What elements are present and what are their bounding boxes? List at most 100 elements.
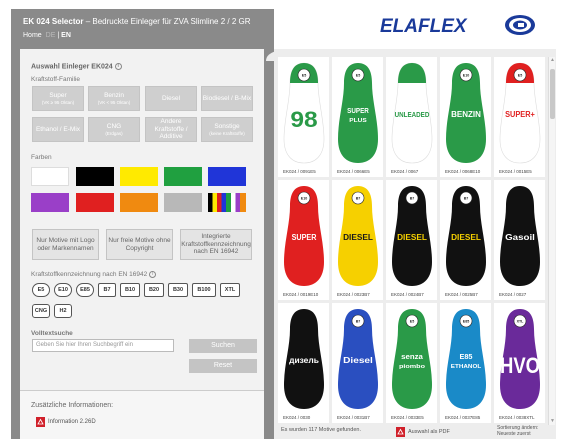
en-label: Kraftstoffkennzeichnung nach EN 16942 i — [31, 271, 157, 278]
standard-e10[interactable]: E10 — [54, 283, 72, 297]
nozzle-label-text: senza — [401, 354, 423, 361]
scroll-down-arrow[interactable]: ▼ — [549, 418, 556, 425]
page-title: EK 024 Selector – Bedruckte Einleger für… — [23, 17, 274, 26]
nozzle-label-text: BENZIN — [451, 110, 481, 119]
color-swatch-white[interactable] — [31, 167, 69, 186]
product-tile[interactable]: E5 SUPER+ EK024 / 0015E5 — [494, 57, 545, 177]
lang-de-link[interactable]: DE — [46, 32, 56, 39]
logo-text: ELAFLEX — [380, 16, 468, 37]
color-swatch-green[interactable] — [164, 167, 202, 186]
fuel-button-sonstige[interactable]: Sonstige (keine Kraftstoffe) — [201, 117, 253, 142]
reset-button[interactable]: Reset — [189, 359, 257, 373]
color-swatch-yellow[interactable] — [120, 167, 158, 186]
product-tile[interactable]: E85 E85 ETHANOL EK024 / 0037E85 — [440, 303, 491, 423]
extra-info-panel — [20, 390, 264, 439]
fuel-button-biodiesel[interactable]: Biodiesel / B-Mix — [201, 86, 253, 111]
product-tile[interactable]: Gasoil EK024 / 0027 — [494, 180, 545, 300]
nozzle-label-image: B7 DIESEL — [446, 186, 486, 286]
motif-button-free[interactable]: Nur freie Motive ohne Copyright — [106, 229, 173, 260]
product-tile[interactable]: XTL HVO EK024 / 0038XTL — [494, 303, 545, 423]
search-button[interactable]: Suchen — [189, 339, 257, 353]
nozzle-label-image: дизель — [284, 309, 324, 409]
info-pdf-link[interactable]: Information 2.26D — [36, 417, 96, 427]
nozzle-label-image: UNLEADED — [391, 62, 433, 164]
nozzle-label-text: 98 — [290, 107, 317, 132]
product-tile[interactable]: B7 DIESEL EK024 / 0023B7 — [332, 180, 383, 300]
fuel-badge-text: B7 — [464, 197, 469, 201]
standard-b10[interactable]: B10 — [120, 283, 140, 297]
motif-button-logo[interactable]: Nur Motive mit Logo oder Markennamen — [32, 229, 99, 260]
color-swatch-orange[interactable] — [120, 193, 158, 212]
nozzle-label-image: B7 Diesel — [338, 309, 378, 409]
product-code: EK024 / 0015E5 — [499, 169, 532, 174]
fuel-button-cng[interactable]: CNG (Erdgas) — [88, 117, 140, 142]
lang-en-link[interactable]: EN — [61, 32, 71, 39]
product-tile[interactable]: E5 98 EK024 / 0091E5 — [278, 57, 329, 177]
product-tile[interactable]: B7 DIESEL EK024 / 0024B7 — [386, 180, 437, 300]
product-tile[interactable]: E10 SUPER EK024 / 0019E10 — [278, 180, 329, 300]
search-input[interactable]: Geben Sie hier Ihren Suchbegriff ein — [32, 339, 174, 352]
scroll-thumb[interactable] — [550, 69, 555, 119]
product-code: EK024 / 0023B7 — [337, 292, 370, 297]
product-code: EK024 / 0033E5 — [391, 415, 424, 420]
standard-b100[interactable]: B100 — [192, 283, 216, 297]
product-tile[interactable]: дизель EK024 / 0030 — [278, 303, 329, 423]
product-tile[interactable]: UNLEADED EK024 / 0067 — [386, 57, 437, 177]
pdf-icon — [36, 417, 45, 427]
fuel-button-super[interactable]: Super (VK ≥ 95 Oktan) — [32, 86, 84, 111]
product-code: EK024 / 0038XTL — [499, 415, 535, 420]
nozzle-label-image: E5 senza piombo — [392, 309, 432, 409]
elaflex-logo[interactable]: ELAFLEX — [374, 13, 542, 37]
product-code: EK024 / 0024B7 — [391, 292, 424, 297]
product-code: EK024 / 0030 — [283, 415, 311, 420]
fuel-badge-text: XTL — [517, 320, 525, 324]
standard-b20[interactable]: B20 — [144, 283, 164, 297]
color-swatch-red[interactable] — [76, 193, 114, 212]
fuel-button-andere[interactable]: Andere Kraftstoffe / Additive — [145, 117, 197, 142]
color-swatch-multi[interactable] — [208, 193, 246, 212]
fuel-button-diesel[interactable]: Diesel — [145, 86, 197, 111]
nozzle-label-text: ETHANOL — [451, 364, 481, 370]
standard-cng[interactable]: CNG — [32, 304, 50, 318]
standard-e5[interactable]: E5 — [32, 283, 50, 297]
standard-xtl[interactable]: XTL — [220, 283, 240, 297]
product-tile[interactable]: B7 Diesel EK024 / 0031B7 — [332, 303, 383, 423]
fuel-button-ethanol[interactable]: Ethanol / E-Mix — [32, 117, 84, 142]
fuel-button-benzin[interactable]: Benzin (VK < 95 Oktan) — [88, 86, 140, 111]
standard-e85[interactable]: E85 — [76, 283, 94, 297]
nozzle-label-text: E85 — [459, 354, 472, 361]
nozzle-label-image: E85 E85 ETHANOL — [446, 309, 486, 409]
filter-panel: Auswahl Einleger EK024 i Kraftstoff-Famil… — [20, 49, 264, 439]
fuel-badge-text: B7 — [356, 197, 361, 201]
standard-b30[interactable]: B30 — [168, 283, 188, 297]
info-icon[interactable]: i — [114, 63, 122, 70]
fuel-family-label: Kraftstoff-Familie — [31, 76, 81, 83]
product-tile[interactable]: E5 SUPER PLUS EK024 / 0066E5 — [332, 57, 383, 177]
color-swatch-grey[interactable] — [164, 193, 202, 212]
export-pdf-link[interactable]: Auswahl als PDF — [396, 427, 450, 437]
product-code: EK024 / 0019E10 — [283, 292, 319, 297]
fuel-badge-text: B7 — [356, 320, 361, 324]
standard-h2[interactable]: H2 — [54, 304, 72, 318]
product-tile[interactable]: E10 BENZIN EK024 / 0068E10 — [440, 57, 491, 177]
product-code: EK024 / 0027 — [499, 292, 527, 297]
nozzle-label-text: HVO — [500, 353, 540, 378]
home-link[interactable]: Home — [23, 32, 42, 39]
color-swatch-purple[interactable] — [31, 193, 69, 212]
product-tile[interactable]: E5 senza piombo EK024 / 0033E5 — [386, 303, 437, 423]
scroll-up-arrow[interactable]: ▲ — [549, 57, 556, 64]
color-swatch-blue[interactable] — [208, 167, 246, 186]
header: EK 024 Selector – Bedruckte Einleger für… — [11, 9, 274, 49]
fuel-badge-text: E10 — [301, 197, 307, 201]
product-tile[interactable]: B7 DIESEL EK024 / 0025B7 — [440, 180, 491, 300]
scrollbar[interactable]: ▲ ▼ — [548, 57, 555, 425]
color-swatch-black[interactable] — [76, 167, 114, 186]
info-icon-2[interactable]: i — [149, 271, 157, 278]
motif-button-en16942[interactable]: Integrierte Kraftstoffkennzeichnung nach… — [180, 229, 252, 260]
title-rest: – Bedruckte Einleger für ZVA Slimline 2 … — [83, 17, 251, 26]
nozzle-label-text: SUPER — [292, 233, 317, 242]
nozzle-label-image: E5 SUPER PLUS — [338, 63, 378, 163]
sort-control[interactable]: Sortierung ändern: Neueste zuerst — [497, 425, 538, 438]
standard-b7[interactable]: B7 — [98, 283, 116, 297]
nozzle-label-image: E5 SUPER+ — [499, 62, 541, 164]
